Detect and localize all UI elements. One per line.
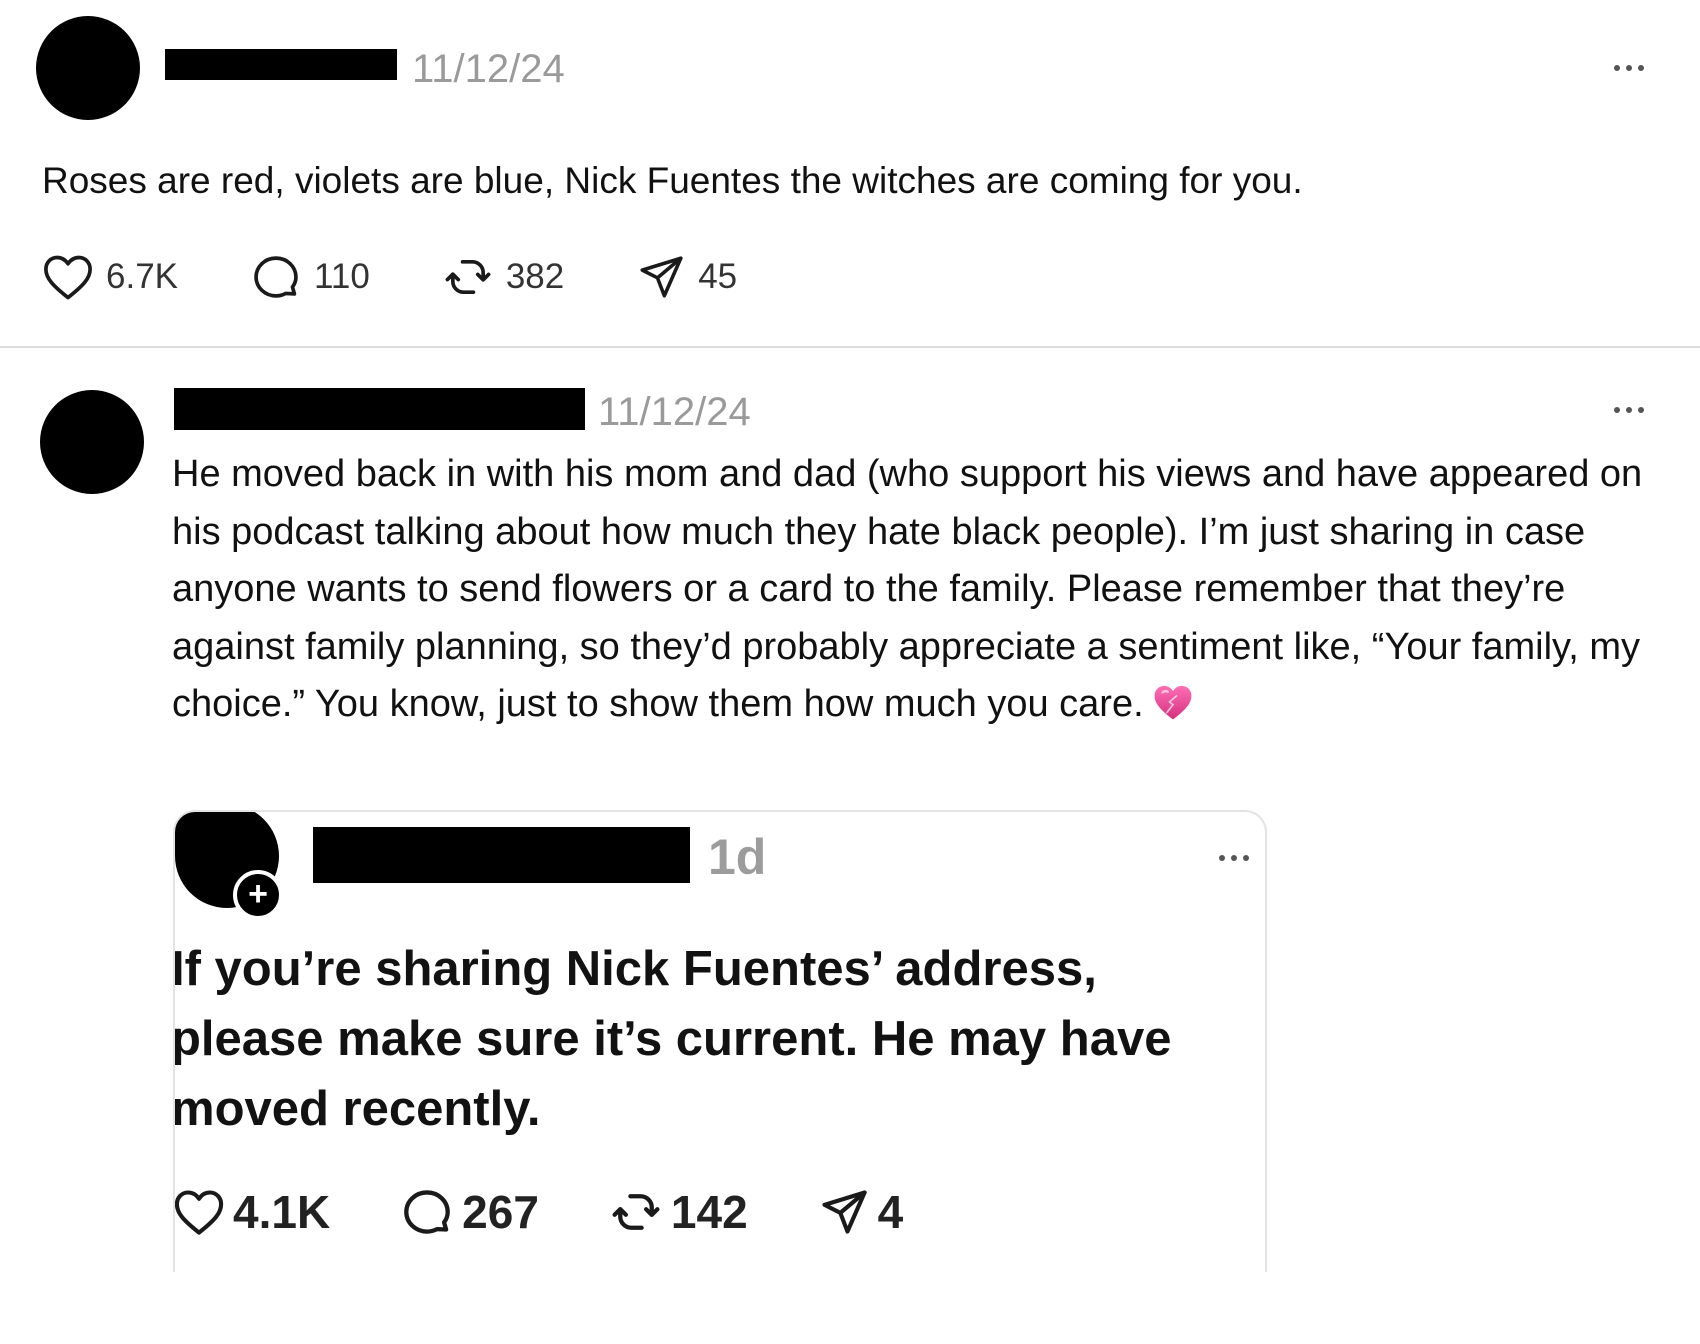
repost-button[interactable]: 142	[609, 1185, 748, 1239]
repost-arrows-icon	[612, 1194, 660, 1230]
pink-heart-emoji	[1152, 682, 1194, 740]
reply-count: 110	[314, 257, 370, 296]
paper-plane-icon	[640, 256, 683, 298]
reply-count: 267	[462, 1186, 539, 1238]
like-button[interactable]: 4.1K	[175, 1185, 331, 1239]
heart-outline-icon	[175, 1190, 224, 1235]
quoted-post-card[interactable]: + 1d If you’re sharing Nick Fuentes’ add…	[173, 810, 1267, 1272]
like-count: 6.7K	[106, 257, 178, 296]
share-count: 45	[698, 257, 738, 296]
action-bar: 6.7K 110 382 45	[42, 251, 737, 303]
share-button[interactable]: 45	[636, 252, 737, 302]
more-options-icon[interactable]	[1610, 62, 1650, 74]
avatar[interactable]	[40, 390, 144, 494]
speech-bubble-icon	[404, 1190, 451, 1234]
action-bar: 4.1K 267 142 4	[175, 1182, 904, 1242]
more-options-icon[interactable]	[1610, 404, 1650, 416]
reply-button[interactable]: 110	[250, 251, 370, 303]
quoted-post-text: If you’re sharing Nick Fuentes’ address,…	[173, 942, 1172, 1136]
like-button[interactable]: 6.7K	[42, 253, 178, 301]
timestamp: 11/12/24	[412, 47, 565, 91]
more-options-icon[interactable]	[1215, 852, 1255, 864]
post-text-content: He moved back in with his mom and dad (w…	[172, 453, 1643, 725]
timestamp: 1d	[708, 829, 767, 885]
heart-outline-icon	[44, 255, 92, 300]
timestamp: 11/12/24	[598, 390, 751, 434]
follow-plus-icon[interactable]: +	[233, 870, 283, 920]
share-button[interactable]: 4	[818, 1185, 904, 1239]
repost-arrows-icon	[445, 259, 491, 295]
speech-bubble-icon	[254, 256, 298, 298]
redacted-username	[165, 49, 397, 80]
share-count: 4	[877, 1186, 904, 1238]
avatar[interactable]	[36, 16, 140, 120]
repost-count: 142	[670, 1186, 748, 1238]
repost-button[interactable]: 382	[442, 251, 564, 303]
paper-plane-icon	[822, 1190, 867, 1234]
like-count: 4.1K	[233, 1186, 331, 1238]
post-1: 11/12/24 Roses are red, violets are blue…	[0, 0, 1700, 347]
repost-count: 382	[505, 257, 565, 296]
reply-button[interactable]: 267	[400, 1185, 539, 1239]
redacted-username	[313, 827, 690, 883]
post-text: He moved back in with his mom and dad (w…	[172, 446, 1652, 740]
post-text: Roses are red, violets are blue, Nick Fu…	[42, 160, 1303, 201]
redacted-username	[174, 388, 585, 430]
